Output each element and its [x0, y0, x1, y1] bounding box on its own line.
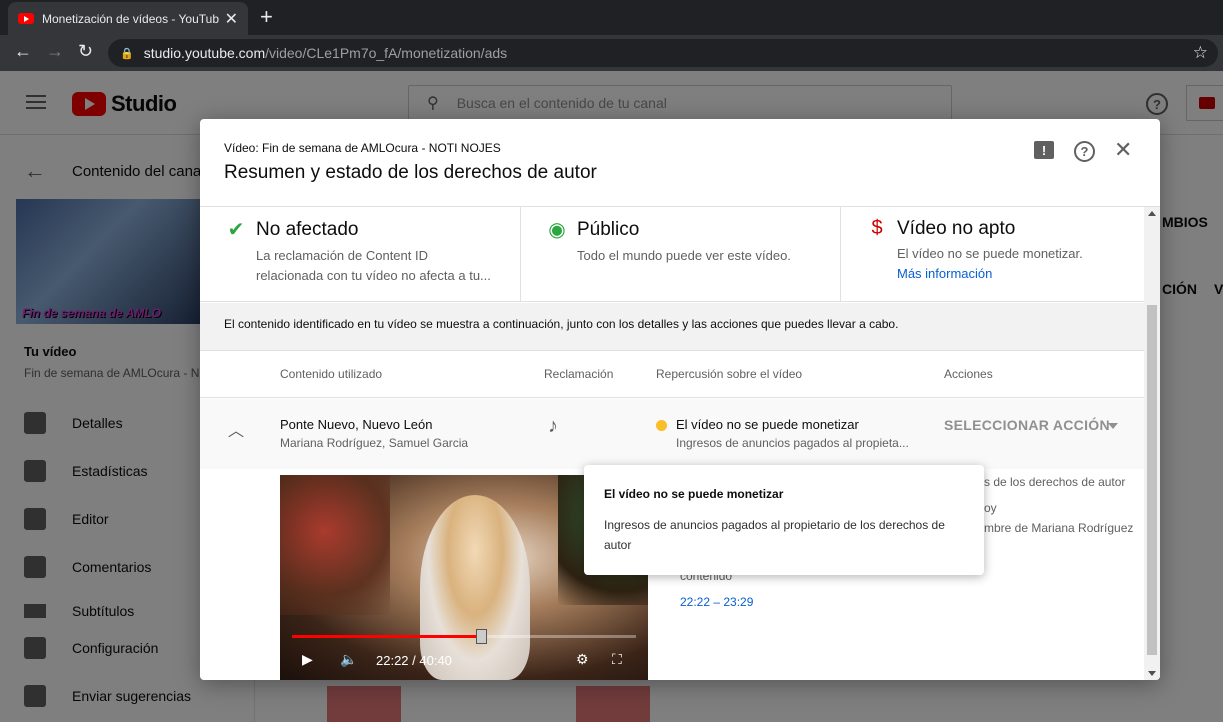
impact-text[interactable]: El vídeo no se puede monetizar [676, 417, 859, 432]
impact-tooltip: El vídeo no se puede monetizar Ingresos … [584, 465, 984, 575]
card-body: relacionada con tu vídeo no afecta a tu.… [256, 268, 491, 283]
url-path: /video/CLe1Pm7o_fA/monetization/ads [265, 45, 508, 61]
scroll-up-icon[interactable] [1148, 211, 1156, 216]
chevron-down-icon[interactable] [1108, 423, 1118, 429]
column-header: Contenido utilizado [280, 367, 383, 381]
song-title: Ponte Nuevo, Nuevo León [280, 417, 433, 432]
scrollbar[interactable] [1144, 207, 1160, 680]
tooltip-body: Ingresos de anuncios pagados al propieta… [604, 518, 945, 552]
lock-icon: 🔒 [120, 47, 134, 60]
eye-icon: ◉ [548, 219, 566, 241]
status-card-monetization: $ Vídeo no apto El vídeo no se puede mone… [840, 207, 1144, 302]
seek-bar-fill [292, 635, 482, 638]
url-host: studio.youtube.com [143, 45, 266, 61]
column-header: Repercusión sobre el vídeo [656, 367, 803, 381]
dialog-subtitle: Vídeo: Fin de semana de AMLOcura - NOTI … [224, 141, 501, 155]
browser-tab[interactable]: Monetización de vídeos - YouTube Studio … [8, 2, 248, 35]
status-dot-icon [656, 420, 667, 431]
address-bar[interactable]: 🔒 studio.youtube.com/video/CLe1Pm7o_fA/m… [108, 39, 1218, 67]
status-cards: ✔ No afectado La reclamación de Content I… [200, 207, 1144, 302]
chevron-up-icon[interactable]: ︿ [228, 417, 244, 441]
card-body: La reclamación de Content ID [256, 248, 428, 263]
tooltip-title: El vídeo no se puede monetizar [604, 487, 784, 501]
video-frame-bg [280, 475, 390, 615]
volume-icon[interactable]: 🔈 [340, 651, 357, 668]
browser-toolbar: ← → ↻ 🔒 studio.youtube.com/video/CLe1Pm7… [0, 35, 1223, 71]
more-info-link[interactable]: Más información [897, 264, 1144, 284]
tab-title: Monetización de vídeos - YouTube Studio [42, 11, 219, 26]
scrollbar-thumb[interactable] [1147, 305, 1157, 655]
play-icon[interactable]: ▶ [302, 651, 313, 668]
fullscreen-icon[interactable]: ⛶ [612, 651, 622, 668]
gear-icon[interactable]: ⚙ [576, 651, 589, 668]
forward-arrow-icon[interactable]: → [46, 41, 64, 62]
youtube-favicon-icon [18, 13, 34, 24]
song-artists: Mariana Rodríguez, Samuel Garcia [280, 436, 469, 450]
table-header: Contenido utilizado Reclamación Repercus… [200, 352, 1144, 398]
tab-close-icon[interactable]: ✕ [225, 9, 238, 29]
new-tab-icon[interactable]: + [260, 4, 273, 30]
select-action-button[interactable]: SELECCIONAR ACCIÓN [944, 417, 1110, 433]
column-header: Acciones [944, 367, 993, 381]
card-heading: Público [577, 218, 640, 240]
bookmark-star-icon[interactable]: ☆ [1193, 43, 1208, 63]
card-heading: No afectado [256, 218, 359, 240]
detail-text: mbre de Mariana Rodríguez [984, 521, 1134, 535]
column-header: Reclamación [544, 367, 614, 381]
table-row: ︿ Ponte Nuevo, Nuevo León Mariana Rodríg… [200, 399, 1144, 469]
seek-bar[interactable] [292, 629, 636, 644]
back-arrow-icon[interactable]: ← [14, 41, 32, 62]
reload-icon[interactable]: ↻ [78, 41, 93, 62]
music-note-icon: ♪ [548, 415, 558, 437]
check-circle-icon: ✔ [227, 219, 245, 241]
seek-handle[interactable] [476, 629, 488, 644]
feedback-icon[interactable]: ! [1034, 141, 1054, 159]
dialog-title: Resumen y estado de los derechos de auto… [224, 162, 597, 183]
detail-text: s de los derechos de autor [984, 475, 1126, 489]
detail-text: oy [984, 501, 997, 515]
card-body: Todo el mundo puede ver este vídeo. [577, 248, 791, 263]
time-range-link[interactable]: 22:22 – 23:29 [680, 595, 753, 609]
no-money-icon: $ [871, 217, 883, 239]
card-body: El vídeo no se puede monetizar. [897, 246, 1083, 261]
player-time: 22:22 / 40:40 [376, 653, 452, 668]
dialog-header: Vídeo: Fin de semana de AMLOcura - NOTI … [200, 119, 1160, 207]
close-icon[interactable]: ✕ [1114, 137, 1132, 163]
status-card-visibility: ◉ Público Todo el mundo puede ver este ví… [520, 207, 840, 302]
status-card-claim: ✔ No afectado La reclamación de Content I… [224, 207, 520, 302]
impact-detail: Ingresos de anuncios pagados al propieta… [676, 436, 909, 450]
info-strip: El contenido identificado en tu vídeo se… [200, 303, 1144, 351]
copyright-dialog: Vídeo: Fin de semana de AMLOcura - NOTI … [200, 119, 1160, 680]
card-heading: Vídeo no apto [897, 217, 1016, 239]
browser-tabbar: Monetización de vídeos - YouTube Studio … [0, 0, 1223, 35]
help-icon[interactable]: ? [1074, 141, 1095, 162]
scroll-down-icon[interactable] [1148, 671, 1156, 676]
